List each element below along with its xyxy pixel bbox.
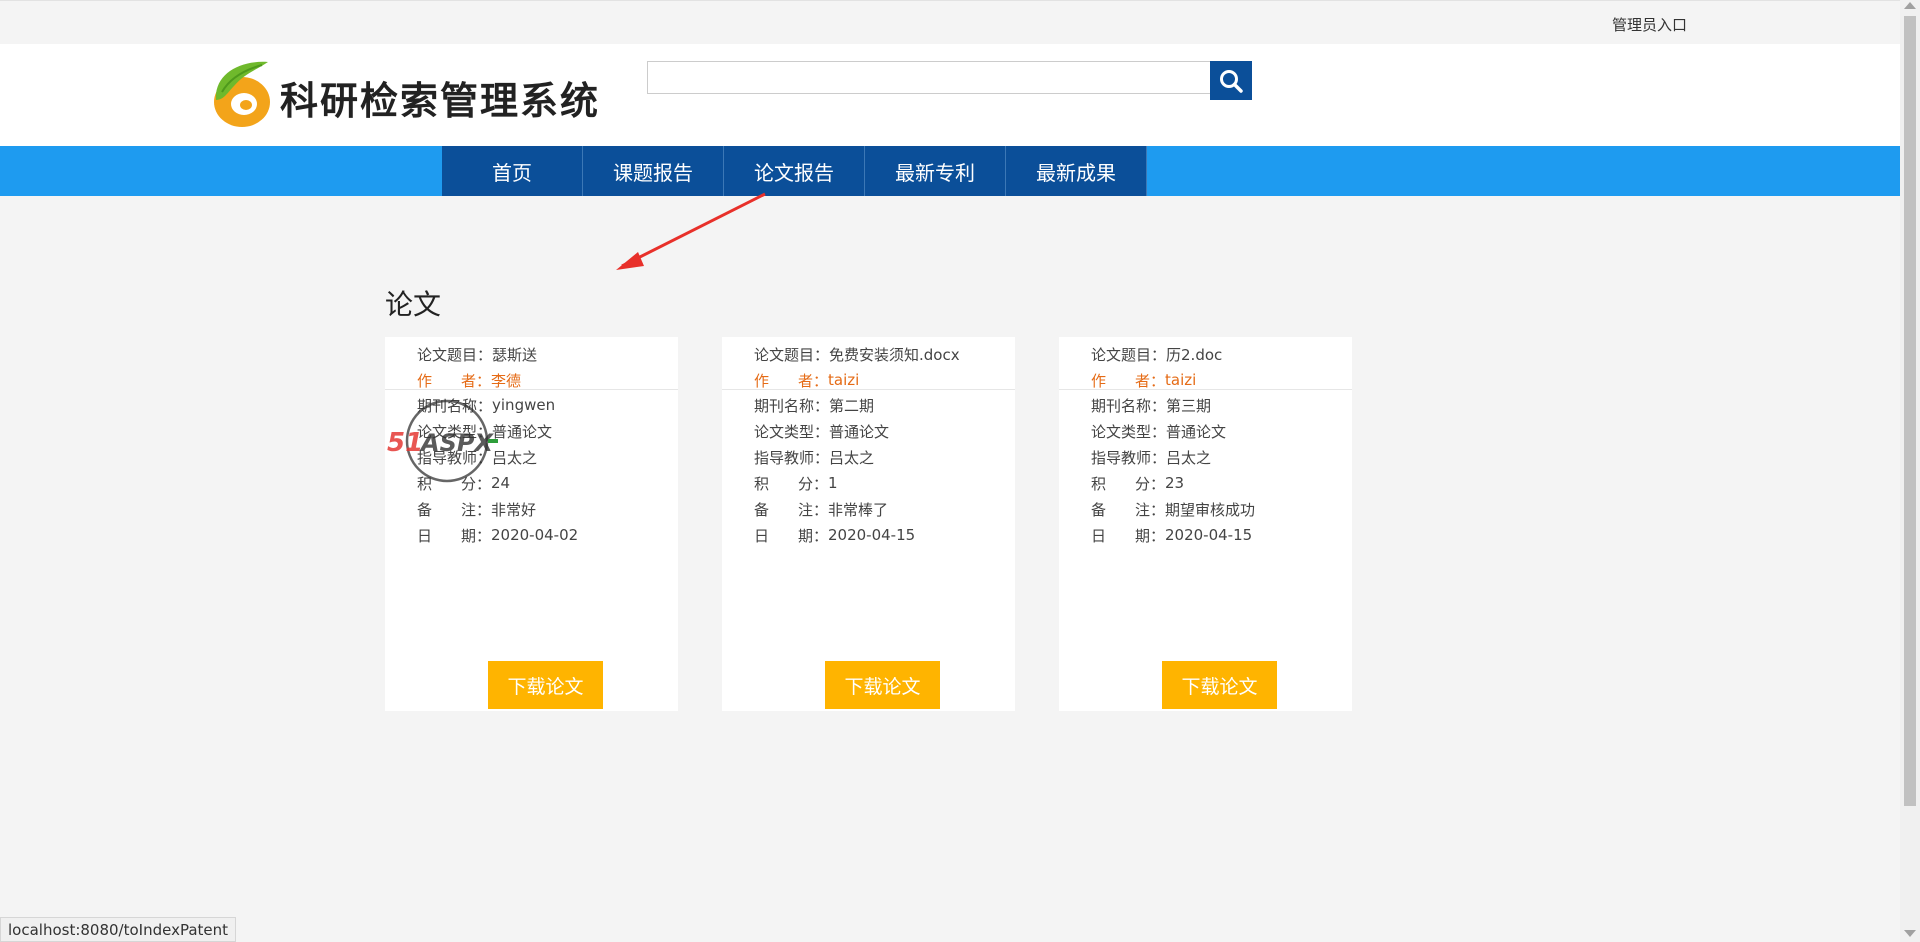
type-label: 论文类型： — [1091, 422, 1167, 441]
nav-item-latest-results[interactable]: 最新成果 — [1006, 146, 1147, 196]
date-label: 日期： — [417, 526, 491, 545]
search-icon — [1220, 69, 1243, 93]
journal-label: 期刊名称： — [1091, 396, 1167, 415]
advisor-label: 指导教师： — [754, 448, 830, 467]
advisor-row: 指导教师： 吕太之 — [754, 444, 1015, 470]
type-row: 论文类型： 普通论文 — [1091, 418, 1352, 444]
date-label: 日期： — [1091, 526, 1165, 545]
annotation-arrow-icon — [616, 192, 766, 270]
score-row: 积分： 1 — [754, 470, 1015, 496]
card-header: 论文题目： 历2.doc 作者： taizi — [1059, 337, 1352, 390]
date-value: 2020-04-15 — [828, 526, 916, 544]
type-label: 论文类型： — [754, 422, 830, 441]
card-body: 期刊名称： 第二期 论文类型： 普通论文 指导教师： 吕太之 积分： 1 备注： 非常棒了… — [722, 390, 1015, 548]
title-row: 论文题目： 免费安装须知.docx — [754, 341, 1015, 367]
paper-card: 论文题目： 历2.doc 作者： taizi 期刊名称： 第三期 论文类型： 普通论… — [1059, 337, 1352, 711]
advisor-value: 吕太之 — [829, 448, 875, 467]
date-row: 日期： 2020-04-15 — [754, 522, 1015, 548]
nav-item-latest-patents[interactable]: 最新专利 — [865, 146, 1006, 196]
score-value: 23 — [1165, 474, 1185, 492]
score-value: 1 — [828, 474, 838, 492]
journal-value: 第三期 — [1166, 396, 1212, 415]
date-row: 日期： 2020-04-15 — [1091, 522, 1352, 548]
date-label: 日期： — [754, 526, 828, 545]
title-label: 论文题目： — [754, 345, 830, 364]
remark-label: 备注： — [417, 500, 491, 519]
top-bar: 管理员入口 — [0, 0, 1900, 44]
search-button[interactable] — [1210, 61, 1252, 100]
author-label: 作者： — [1091, 371, 1165, 390]
paper-card: 论文题目： 免费安装须知.docx 作者： taizi 期刊名称： 第二期 论文类… — [722, 337, 1015, 711]
card-header: 论文题目： 免费安装须知.docx 作者： taizi — [722, 337, 1015, 390]
status-bar-url: localhost:8080/toIndexPatent — [0, 917, 237, 942]
title-label: 论文题目： — [417, 345, 493, 364]
title-label: 论文题目： — [1091, 345, 1167, 364]
vertical-scrollbar[interactable] — [1900, 0, 1920, 942]
type-value: 普通论文 — [829, 422, 890, 441]
score-label: 积分： — [1091, 474, 1165, 493]
title-value: 瑟斯送 — [492, 345, 538, 364]
journal-row: 期刊名称： 第三期 — [1091, 392, 1352, 418]
card-body: 期刊名称： 第三期 论文类型： 普通论文 指导教师： 吕太之 积分： 23 备注： 期望审… — [1059, 390, 1352, 548]
download-paper-button[interactable]: 下载论文 — [825, 661, 940, 709]
title-row: 论文题目： 瑟斯送 — [417, 341, 678, 367]
title-row: 论文题目： 历2.doc — [1091, 341, 1352, 367]
nav-item-project-reports[interactable]: 课题报告 — [583, 146, 724, 196]
logo-icon — [214, 61, 270, 127]
remark-value: 非常好 — [491, 500, 537, 519]
scroll-thumb[interactable] — [1904, 16, 1916, 806]
svg-text:ASPX: ASPX — [419, 429, 494, 457]
remark-row: 备注： 期望审核成功 — [1091, 496, 1352, 522]
score-label: 积分： — [754, 474, 828, 493]
advisor-label: 指导教师： — [1091, 448, 1167, 467]
remark-row: 备注： 非常棒了 — [754, 496, 1015, 522]
title-value: 历2.doc — [1166, 345, 1223, 364]
scroll-down-icon[interactable] — [1904, 930, 1916, 937]
main-nav: 首页 课题报告 论文报告 最新专利 最新成果 — [442, 146, 1147, 196]
remark-label: 备注： — [1091, 500, 1165, 519]
site-logo[interactable]: 科研检索管理系统 — [204, 52, 624, 128]
remark-value: 期望审核成功 — [1165, 500, 1256, 519]
svg-text:51: 51 — [387, 428, 423, 458]
date-value: 2020-04-02 — [491, 526, 579, 544]
title-value: 免费安装须知.docx — [829, 345, 960, 364]
score-row: 积分： 23 — [1091, 470, 1352, 496]
admin-entry-link[interactable]: 管理员入口 — [1612, 14, 1687, 35]
author-label: 作者： — [754, 371, 828, 390]
remark-row: 备注： 非常好 — [417, 496, 678, 522]
author-value: taizi — [1165, 371, 1197, 389]
date-row: 日期： 2020-04-02 — [417, 522, 678, 548]
card-header: 论文题目： 瑟斯送 作者： 李德 — [385, 337, 678, 390]
logo-text: 科研检索管理系统 — [280, 78, 601, 123]
nav-bar: 首页 课题报告 论文报告 最新专利 最新成果 — [0, 146, 1900, 196]
journal-value: 第二期 — [829, 396, 875, 415]
author-label: 作者： — [417, 371, 491, 390]
watermark-logo-icon: 51 ASPX — [387, 399, 498, 483]
advisor-row: 指导教师： 吕太之 — [1091, 444, 1352, 470]
author-value: 李德 — [491, 371, 522, 390]
section-title: 论文 — [385, 288, 442, 321]
scroll-up-icon[interactable] — [1904, 2, 1916, 9]
download-paper-button[interactable]: 下载论文 — [1162, 661, 1277, 709]
header: 科研检索管理系统 — [0, 44, 1900, 146]
journal-row: 期刊名称： 第二期 — [754, 392, 1015, 418]
journal-label: 期刊名称： — [754, 396, 830, 415]
download-paper-button[interactable]: 下载论文 — [488, 661, 603, 709]
nav-item-paper-reports[interactable]: 论文报告 — [724, 146, 865, 196]
type-value: 普通论文 — [1166, 422, 1227, 441]
author-value: taizi — [828, 371, 860, 389]
remark-value: 非常棒了 — [828, 500, 889, 519]
nav-item-home[interactable]: 首页 — [442, 146, 583, 196]
advisor-value: 吕太之 — [1166, 448, 1212, 467]
type-row: 论文类型： 普通论文 — [754, 418, 1015, 444]
search-input[interactable] — [647, 61, 1211, 94]
date-value: 2020-04-15 — [1165, 526, 1253, 544]
remark-label: 备注： — [754, 500, 828, 519]
paper-card: 论文题目： 瑟斯送 作者： 李德 期刊名称： yingwen 论文类型： 普通论文 … — [385, 337, 678, 711]
